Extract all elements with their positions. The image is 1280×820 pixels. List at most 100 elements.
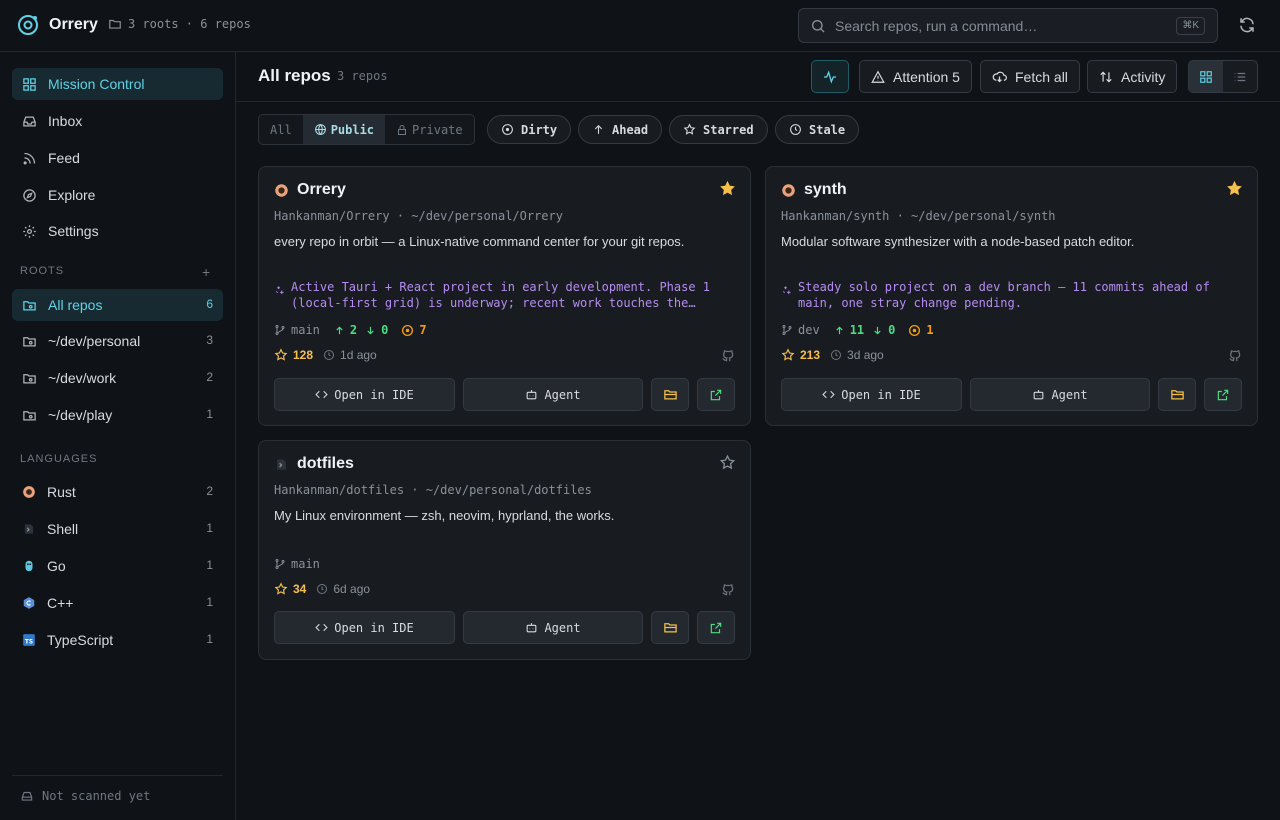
sidebar-item-count: 1 xyxy=(206,558,213,572)
sidebar-item-lang-rust[interactable]: Rust 2 xyxy=(12,476,223,508)
star-count: 128 xyxy=(293,348,314,362)
github-link[interactable] xyxy=(721,583,735,597)
repo-name[interactable]: dotfiles xyxy=(297,455,354,473)
arrow-down-icon xyxy=(872,325,883,336)
filter-all[interactable]: All xyxy=(259,115,303,144)
sidebar-item-feed[interactable]: Feed xyxy=(12,142,223,174)
sidebar-item-label: Mission Control xyxy=(48,76,145,92)
star-toggle-button[interactable] xyxy=(719,180,736,197)
code-icon xyxy=(315,621,328,634)
chip-ahead[interactable]: Ahead xyxy=(578,115,663,144)
sort-icon xyxy=(1099,70,1113,84)
dirty-value: 1 xyxy=(926,323,934,337)
sidebar-item-count: 2 xyxy=(206,370,213,384)
sidebar-item-label: ~/dev/personal xyxy=(48,333,141,349)
sidebar-item-lang-cpp[interactable]: C++ 1 xyxy=(12,587,223,619)
sidebar-item-count: 1 xyxy=(206,521,213,535)
open-external-button[interactable] xyxy=(697,378,735,411)
sidebar-item-inbox[interactable]: Inbox xyxy=(12,105,223,137)
github-link[interactable] xyxy=(1228,349,1242,363)
open-in-ide-button[interactable]: Open in IDE xyxy=(781,378,962,411)
sidebar-item-label: Inbox xyxy=(48,113,83,129)
sidebar-item-lang-go[interactable]: Go 1 xyxy=(12,550,223,582)
open-folder-button[interactable] xyxy=(1158,378,1196,411)
open-folder-button[interactable] xyxy=(651,378,689,411)
go-icon xyxy=(22,559,36,573)
list-view-button[interactable] xyxy=(1223,61,1257,92)
filter-label: Private xyxy=(412,122,463,137)
folder-open-icon xyxy=(663,620,678,635)
repo-card[interactable]: Orrery Hankanman/Orrery · ~/dev/personal… xyxy=(258,166,751,426)
star-toggle-button[interactable] xyxy=(719,454,736,471)
sidebar-item-count: 1 xyxy=(206,407,213,421)
ahead-count: 11 xyxy=(834,323,864,337)
attention-button[interactable]: Attention 5 xyxy=(859,60,972,93)
search-input[interactable]: Search repos, run a command… ⌘K xyxy=(798,8,1218,43)
warning-icon xyxy=(871,70,885,84)
arrow-up-icon xyxy=(334,325,345,336)
sidebar-item-label: TypeScript xyxy=(47,632,114,648)
repo-name[interactable]: synth xyxy=(804,181,847,199)
code-icon xyxy=(822,388,835,401)
star-filled-icon xyxy=(1226,180,1243,197)
filter-public[interactable]: Public xyxy=(302,115,386,144)
updated-time: 1d ago xyxy=(340,348,377,362)
fetch-all-button[interactable]: Fetch all xyxy=(980,60,1080,93)
behind-count: 0 xyxy=(872,323,895,337)
github-link[interactable] xyxy=(721,349,735,363)
sidebar-item-lang-typescript[interactable]: TS TypeScript 1 xyxy=(12,624,223,656)
repo-meta: 34 6d ago xyxy=(274,582,370,596)
agent-button[interactable]: Agent xyxy=(463,611,643,644)
repo-name[interactable]: Orrery xyxy=(297,181,346,199)
repo-description: My Linux environment — zsh, neovim, hypr… xyxy=(274,508,615,523)
open-folder-button[interactable] xyxy=(651,611,689,644)
sidebar-item-settings[interactable]: Settings xyxy=(12,215,223,247)
sidebar-item-root-work[interactable]: ~/dev/work 2 xyxy=(12,362,223,394)
cpp-icon xyxy=(22,596,36,610)
sidebar-item-explore[interactable]: Explore xyxy=(12,179,223,211)
grid-view-button[interactable] xyxy=(1189,61,1223,92)
activity-sort-button[interactable]: Activity xyxy=(1087,60,1178,93)
folder-open-icon xyxy=(663,387,678,402)
refresh-button[interactable] xyxy=(1238,16,1256,34)
agent-button[interactable]: Agent xyxy=(463,378,643,411)
button-label: Open in IDE xyxy=(841,387,921,402)
folder-git-icon xyxy=(22,298,37,313)
bot-icon xyxy=(1032,388,1045,401)
repo-card[interactable]: dotfiles Hankanman/dotfiles · ~/dev/pers… xyxy=(258,440,751,660)
brand[interactable]: Orrery xyxy=(16,13,98,37)
compass-icon xyxy=(22,188,37,203)
activity-pulse-button[interactable] xyxy=(811,60,849,93)
sidebar-item-count: 3 xyxy=(206,333,213,347)
sidebar-item-label: ~/dev/work xyxy=(48,370,117,386)
agent-button[interactable]: Agent xyxy=(970,378,1150,411)
external-link-icon xyxy=(709,388,723,402)
refresh-icon xyxy=(1238,16,1256,34)
header-divider xyxy=(236,101,1280,102)
filter-private[interactable]: Private xyxy=(385,115,474,144)
sidebar-item-lang-shell[interactable]: Shell 1 xyxy=(12,513,223,545)
repo-card[interactable]: synth Hankanman/synth · ~/dev/personal/s… xyxy=(765,166,1258,426)
star-toggle-button[interactable] xyxy=(1226,180,1243,197)
clock-icon xyxy=(789,123,802,136)
sidebar-item-root-play[interactable]: ~/dev/play 1 xyxy=(12,399,223,431)
sidebar-item-count: 6 xyxy=(206,297,213,311)
sidebar-item-all-repos[interactable]: All repos 6 xyxy=(12,289,223,321)
chip-starred[interactable]: Starred xyxy=(669,115,768,144)
chip-stale[interactable]: Stale xyxy=(775,115,860,144)
open-in-ide-button[interactable]: Open in IDE xyxy=(274,378,455,411)
ai-summary: Active Tauri + React project in early de… xyxy=(274,279,724,311)
open-external-button[interactable] xyxy=(697,611,735,644)
dirty-count: 1 xyxy=(908,323,934,337)
open-in-ide-button[interactable]: Open in IDE xyxy=(274,611,455,644)
dirty-circle-icon xyxy=(908,324,921,337)
open-external-button[interactable] xyxy=(1204,378,1242,411)
sidebar-item-root-personal[interactable]: ~/dev/personal 3 xyxy=(12,325,223,357)
roots-summary-text: 3 roots · 6 repos xyxy=(128,17,251,31)
add-root-button[interactable]: + xyxy=(202,264,210,280)
sidebar-item-mission-control[interactable]: Mission Control xyxy=(12,68,223,100)
chip-label: Starred xyxy=(703,122,754,137)
github-icon xyxy=(1228,349,1242,363)
chip-label: Stale xyxy=(809,122,846,137)
chip-dirty[interactable]: Dirty xyxy=(487,115,572,144)
